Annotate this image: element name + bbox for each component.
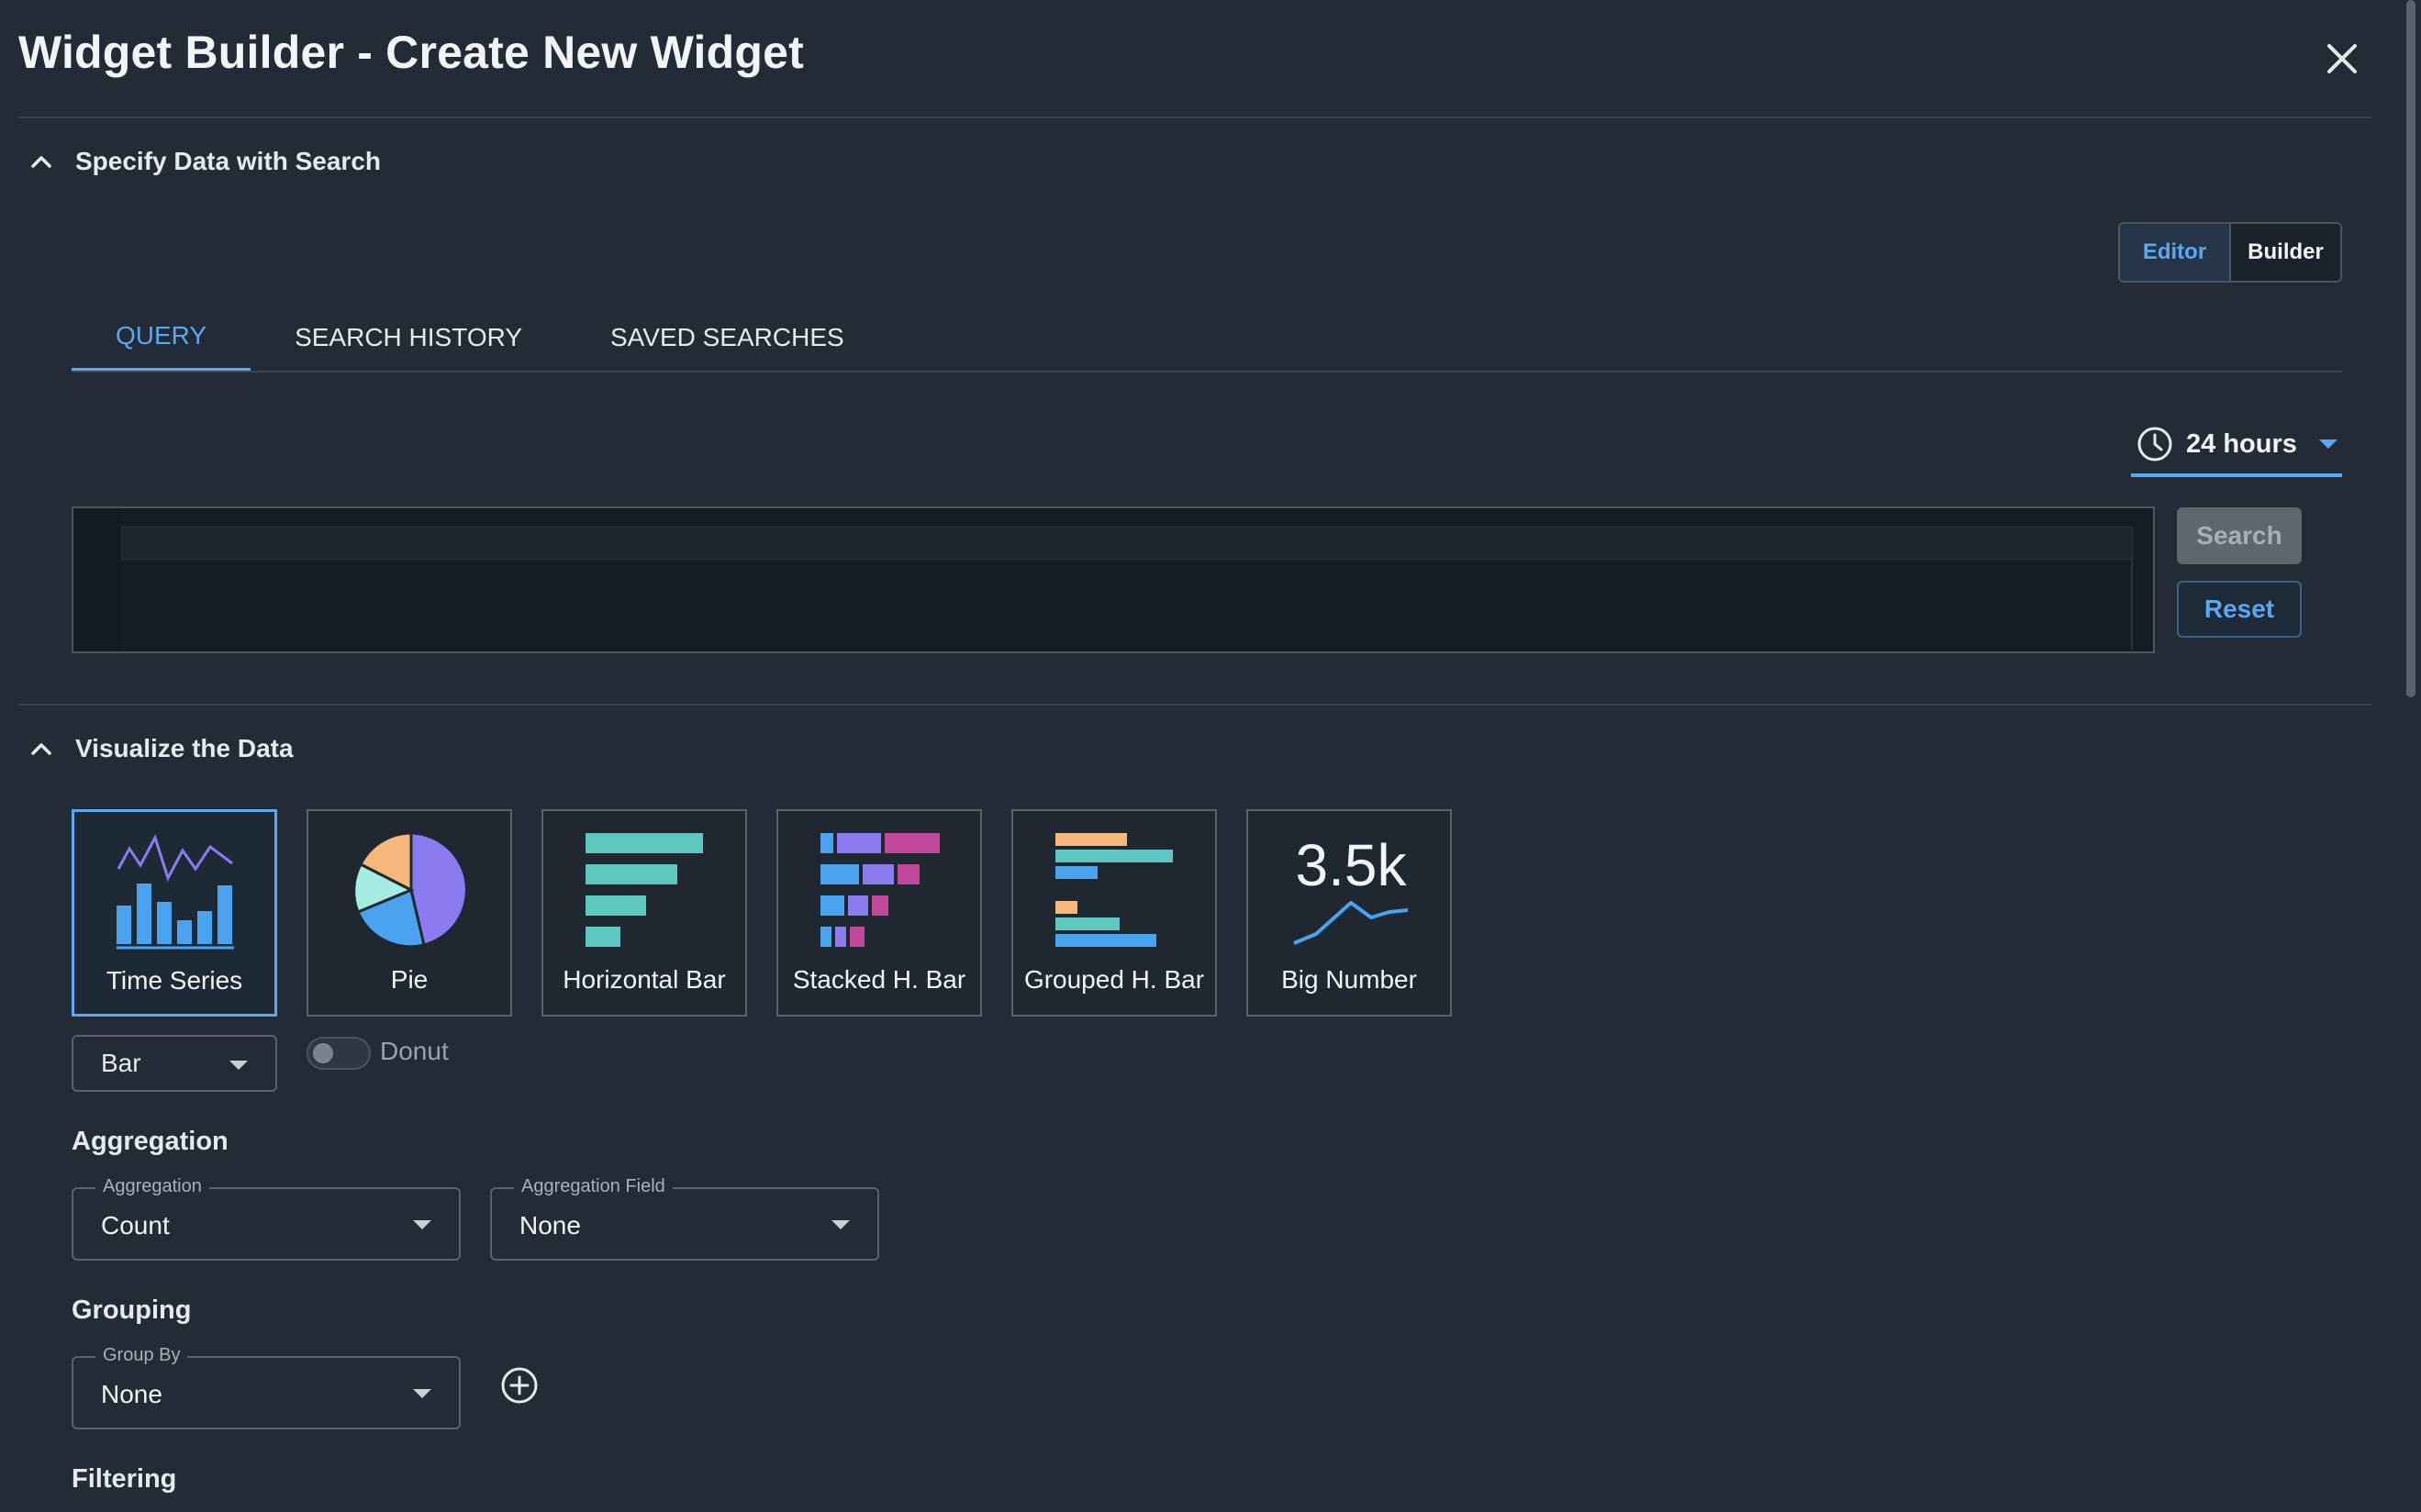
page-scrollbar[interactable]: [2406, 0, 2415, 697]
tabs-divider: [72, 371, 2342, 372]
search-tabs: QUERY SEARCH HISTORY SAVED SEARCHES: [72, 303, 888, 372]
aggregation-field-select[interactable]: Aggregation Field None: [490, 1176, 879, 1261]
chevron-up-icon: [31, 156, 51, 168]
aggregation-select-value: Count: [101, 1211, 170, 1240]
search-section-header[interactable]: Specify Data with Search: [28, 147, 381, 176]
donut-toggle[interactable]: [307, 1037, 371, 1070]
title-divider: [18, 117, 2371, 118]
chevron-up-icon: [31, 743, 51, 755]
caret-down-icon: [831, 1220, 850, 1229]
mode-toggle: Editor Builder: [2118, 222, 2342, 283]
builder-mode-button[interactable]: Builder: [2231, 224, 2340, 281]
section-divider: [18, 704, 2371, 706]
aggregation-heading: Aggregation: [72, 1127, 229, 1156]
time-range-label: 24 hours: [2186, 428, 2297, 459]
grouping-heading: Grouping: [72, 1295, 192, 1325]
chart-type-label: Big Number: [1281, 965, 1417, 994]
aggregation-field-select-value: None: [519, 1211, 581, 1240]
big-number-preview: 3.5k: [1295, 832, 1407, 898]
query-input-line[interactable]: [121, 527, 2133, 560]
chart-type-label: Time Series: [106, 966, 243, 995]
chart-type-big-number[interactable]: 3.5k Big Number: [1246, 809, 1452, 1017]
series-style-select[interactable]: Bar: [72, 1035, 277, 1092]
chart-type-label: Grouped H. Bar: [1023, 965, 1205, 994]
caret-down-icon: [229, 1061, 248, 1070]
chart-type-time-series[interactable]: Time Series: [72, 809, 277, 1017]
tab-search-history[interactable]: SEARCH HISTORY: [251, 303, 566, 372]
time-range-picker[interactable]: 24 hours: [2131, 415, 2342, 477]
add-circle-icon[interactable]: [499, 1365, 540, 1406]
chart-type-label: Horizontal Bar: [563, 965, 726, 994]
close-icon[interactable]: [2320, 37, 2364, 81]
chart-type-grouped-h-bar[interactable]: Grouped H. Bar: [1011, 809, 1217, 1017]
aggregation-select[interactable]: Aggregation Count: [72, 1176, 461, 1261]
series-style-value: Bar: [101, 1049, 141, 1077]
toggle-knob: [313, 1043, 333, 1063]
chart-type-horizontal-bar[interactable]: Horizontal Bar: [541, 809, 747, 1017]
caret-down-icon: [2318, 439, 2337, 449]
aggregation-field-select-label: Aggregation Field: [514, 1176, 673, 1197]
editor-mode-button[interactable]: Editor: [2120, 224, 2231, 281]
visualize-section-title: Visualize the Data: [75, 734, 294, 762]
editor-scrollbar[interactable]: [2131, 558, 2133, 650]
caret-down-icon: [413, 1220, 431, 1229]
chart-type-label: Stacked H. Bar: [792, 965, 966, 994]
query-editor[interactable]: [72, 506, 2155, 653]
editor-gutter: [73, 508, 121, 651]
dialog-title: Widget Builder - Create New Widget: [18, 27, 804, 78]
visualize-section-header[interactable]: Visualize the Data: [28, 734, 294, 763]
caret-down-icon: [413, 1389, 431, 1398]
aggregation-select-label: Aggregation: [95, 1176, 209, 1197]
group-by-select[interactable]: Group By None: [72, 1345, 461, 1429]
chart-type-label: Pie: [390, 965, 429, 994]
chart-type-pie[interactable]: Pie: [307, 809, 512, 1017]
chart-type-stacked-h-bar[interactable]: Stacked H. Bar: [776, 809, 982, 1017]
tab-saved-searches[interactable]: SAVED SEARCHES: [566, 303, 888, 372]
clock-icon: [2137, 427, 2172, 461]
group-by-select-label: Group By: [95, 1345, 188, 1366]
filtering-heading: Filtering: [72, 1464, 177, 1494]
tab-query[interactable]: QUERY: [72, 303, 251, 372]
search-section-title: Specify Data with Search: [75, 147, 382, 175]
group-by-select-value: None: [101, 1380, 162, 1408]
donut-label: Donut: [380, 1037, 449, 1065]
search-button[interactable]: Search: [2177, 507, 2302, 564]
reset-button[interactable]: Reset: [2177, 581, 2302, 638]
